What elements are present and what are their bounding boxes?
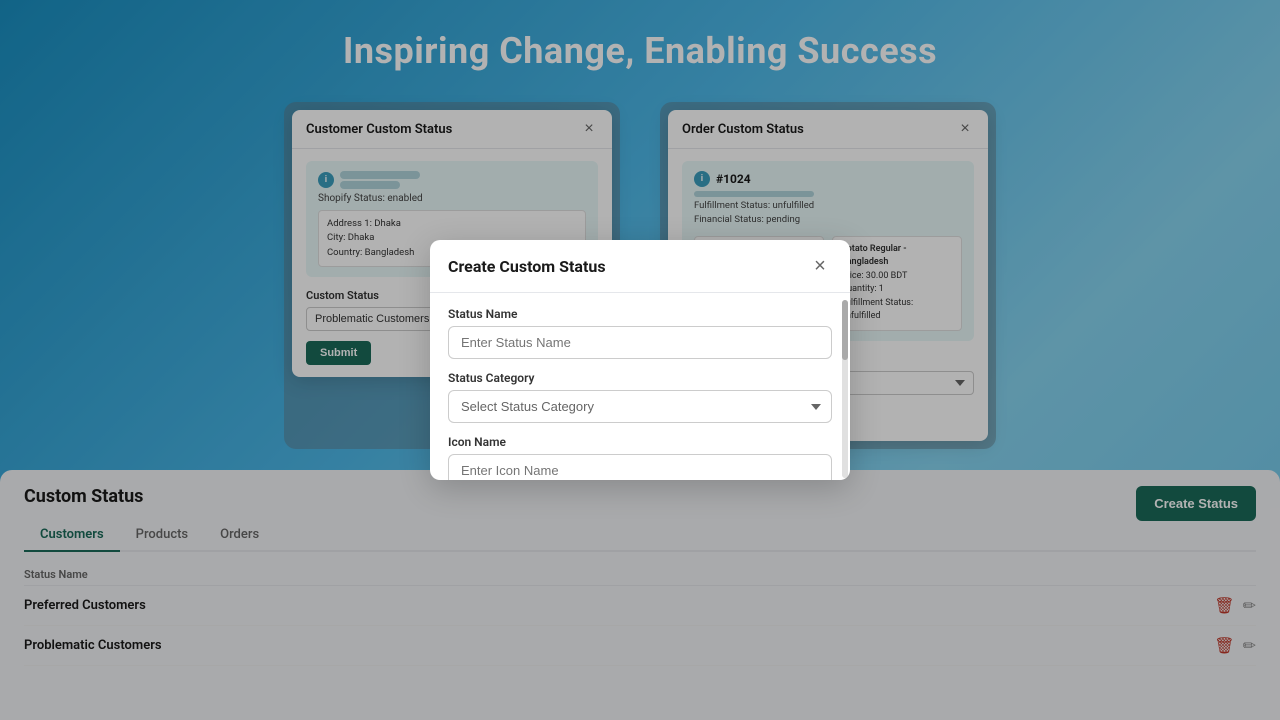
status-category-label: Status Category xyxy=(448,371,832,385)
create-modal-body: Status Name Status Category Select Statu… xyxy=(430,293,850,480)
status-name-group: Status Name xyxy=(448,307,832,359)
status-name-input[interactable] xyxy=(448,326,832,359)
create-modal-overlay[interactable]: Create Custom Status × Status Name Statu… xyxy=(0,0,1280,720)
modal-scrollbar-thumb xyxy=(842,300,848,360)
create-modal: Create Custom Status × Status Name Statu… xyxy=(430,240,850,480)
icon-name-label: Icon Name xyxy=(448,435,832,449)
status-category-group: Status Category Select Status Category xyxy=(448,371,832,423)
modal-scrollbar xyxy=(842,300,848,478)
status-category-select[interactable]: Select Status Category xyxy=(448,390,832,423)
create-modal-title: Create Custom Status xyxy=(448,257,606,276)
create-modal-header: Create Custom Status × xyxy=(430,240,850,293)
status-name-label: Status Name xyxy=(448,307,832,321)
icon-name-input[interactable] xyxy=(448,454,832,480)
create-modal-close-button[interactable]: × xyxy=(808,254,832,278)
icon-name-group: Icon Name Use icon from Shopify Polaris … xyxy=(448,435,832,480)
